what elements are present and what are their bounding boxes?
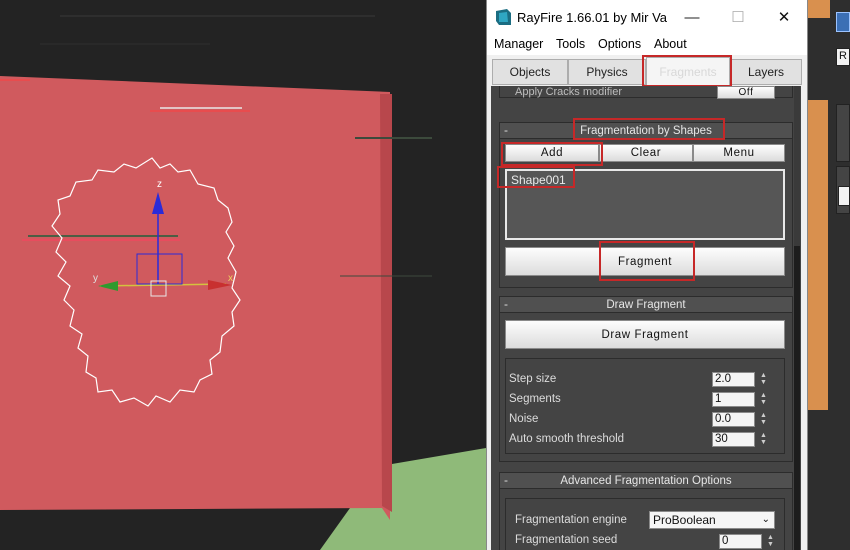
engine-dropdown[interactable]: ProBoolean ⌄ (649, 511, 775, 529)
segments-field[interactable]: 1 (712, 392, 755, 407)
screen: z x y RayFire 1.66.01 by Mir Va — ☐ ✕ Ma… (0, 0, 850, 550)
title-bar[interactable]: RayFire 1.66.01 by Mir Va — ☐ ✕ (487, 0, 807, 34)
menu-options[interactable]: Options (598, 37, 641, 51)
menu-about[interactable]: About (654, 37, 687, 51)
viewport-scene: z x y (0, 15, 486, 550)
window-title: RayFire 1.66.01 by Mir Va (517, 10, 668, 25)
collapse-icon: - (504, 297, 508, 311)
spinner-icon[interactable]: ▲ ▼ (766, 534, 775, 549)
spinner-icon[interactable]: ▲ ▼ (759, 412, 768, 427)
param-label: Noise (509, 413, 539, 425)
minimize-icon: — (684, 8, 700, 26)
tab-objects[interactable]: Objects (492, 59, 568, 85)
menu-manager[interactable]: Manager (494, 37, 543, 51)
strip-panel-box (836, 104, 850, 162)
strip-input-field[interactable]: R (836, 48, 850, 66)
chevron-down-icon: ⌄ (761, 514, 770, 525)
draw-fragment-button[interactable]: Draw Fragment (505, 320, 785, 349)
spinner-icon[interactable]: ▲ ▼ (759, 392, 768, 407)
strip-field-label: R (839, 50, 847, 62)
strip-orange-block (808, 0, 830, 18)
menu-button[interactable]: Menu (693, 144, 785, 162)
rollout-panel: Apply Cracks modifier Off - Fragmentatio… (491, 86, 801, 550)
param-step-size: Step size 2.0 ▲ ▼ (509, 372, 771, 388)
collapse-icon: - (504, 473, 508, 487)
rollout-advanced-title: Advanced Fragmentation Options (560, 474, 732, 487)
shape-list[interactable]: Shape001 (505, 169, 785, 240)
viewport-3d[interactable]: z x y (0, 0, 486, 550)
tab-layers[interactable]: Layers (730, 59, 802, 85)
close-icon: ✕ (777, 9, 791, 26)
clear-button[interactable]: Clear (599, 144, 693, 162)
gizmo-z-label: z (157, 179, 162, 190)
step-size-field[interactable]: 2.0 (712, 372, 755, 387)
engine-value: ProBoolean (653, 513, 716, 527)
fragment-button[interactable]: Fragment (505, 247, 785, 276)
param-label: Step size (509, 373, 557, 385)
add-button[interactable]: Add (505, 144, 599, 162)
param-segments: Segments 1 ▲ ▼ (509, 392, 771, 408)
tab-bar: Objects Physics Fragments Layers (487, 55, 807, 89)
wall-edge (380, 94, 392, 512)
gizmo-y-label: y (93, 273, 98, 284)
strip-input-field[interactable] (838, 186, 850, 206)
tab-fragments[interactable]: Fragments (646, 57, 730, 86)
rollout-draw-fragment-title: Draw Fragment (606, 298, 686, 311)
seed-label: Fragmentation seed (515, 534, 618, 546)
menu-tools[interactable]: Tools (556, 37, 585, 51)
strip-blue-button[interactable] (836, 12, 850, 32)
param-label: Segments (509, 393, 561, 405)
panel-scrollbar[interactable] (794, 86, 800, 550)
apply-cracks-toggle[interactable]: Off (717, 86, 775, 99)
list-item[interactable]: Shape001 (511, 173, 566, 187)
close-button[interactable]: ✕ (761, 0, 807, 34)
app-icon (496, 9, 511, 25)
apply-cracks-label: Apply Cracks modifier (515, 86, 622, 98)
spinner-icon[interactable]: ▲ ▼ (759, 372, 768, 387)
noise-field[interactable]: 0.0 (712, 412, 755, 427)
maximize-icon: ☐ (731, 9, 745, 26)
strip-orange-column (808, 100, 828, 410)
red-wall (0, 76, 390, 520)
gizmo-x-label: x (228, 273, 233, 284)
collapse-icon: - (504, 123, 508, 137)
param-auto-smooth: Auto smooth threshold 30 ▲ ▼ (509, 432, 771, 448)
rollout-frag-by-shapes-header[interactable]: - Fragmentation by Shapes (499, 122, 793, 139)
scrollbar-thumb[interactable] (794, 246, 800, 550)
tab-physics[interactable]: Physics (568, 59, 646, 85)
engine-label: Fragmentation engine (515, 514, 627, 526)
auto-smooth-field[interactable]: 30 (712, 432, 755, 447)
minimize-button[interactable]: — (669, 0, 715, 34)
max-command-panel-strip: R (808, 0, 850, 550)
menu-bar: Manager Tools Options About (487, 34, 807, 55)
rollout-frag-by-shapes-title: Fragmentation by Shapes (580, 124, 712, 137)
seed-field[interactable]: 0 (719, 534, 762, 549)
param-noise: Noise 0.0 ▲ ▼ (509, 412, 771, 428)
rayfire-window: RayFire 1.66.01 by Mir Va — ☐ ✕ Manager … (486, 0, 808, 550)
spinner-icon[interactable]: ▲ ▼ (759, 432, 768, 447)
rollout-draw-fragment-header[interactable]: - Draw Fragment (499, 296, 793, 313)
maximize-button[interactable]: ☐ (715, 0, 761, 34)
param-label: Auto smooth threshold (509, 433, 625, 445)
rollout-advanced-header[interactable]: - Advanced Fragmentation Options (499, 472, 793, 489)
